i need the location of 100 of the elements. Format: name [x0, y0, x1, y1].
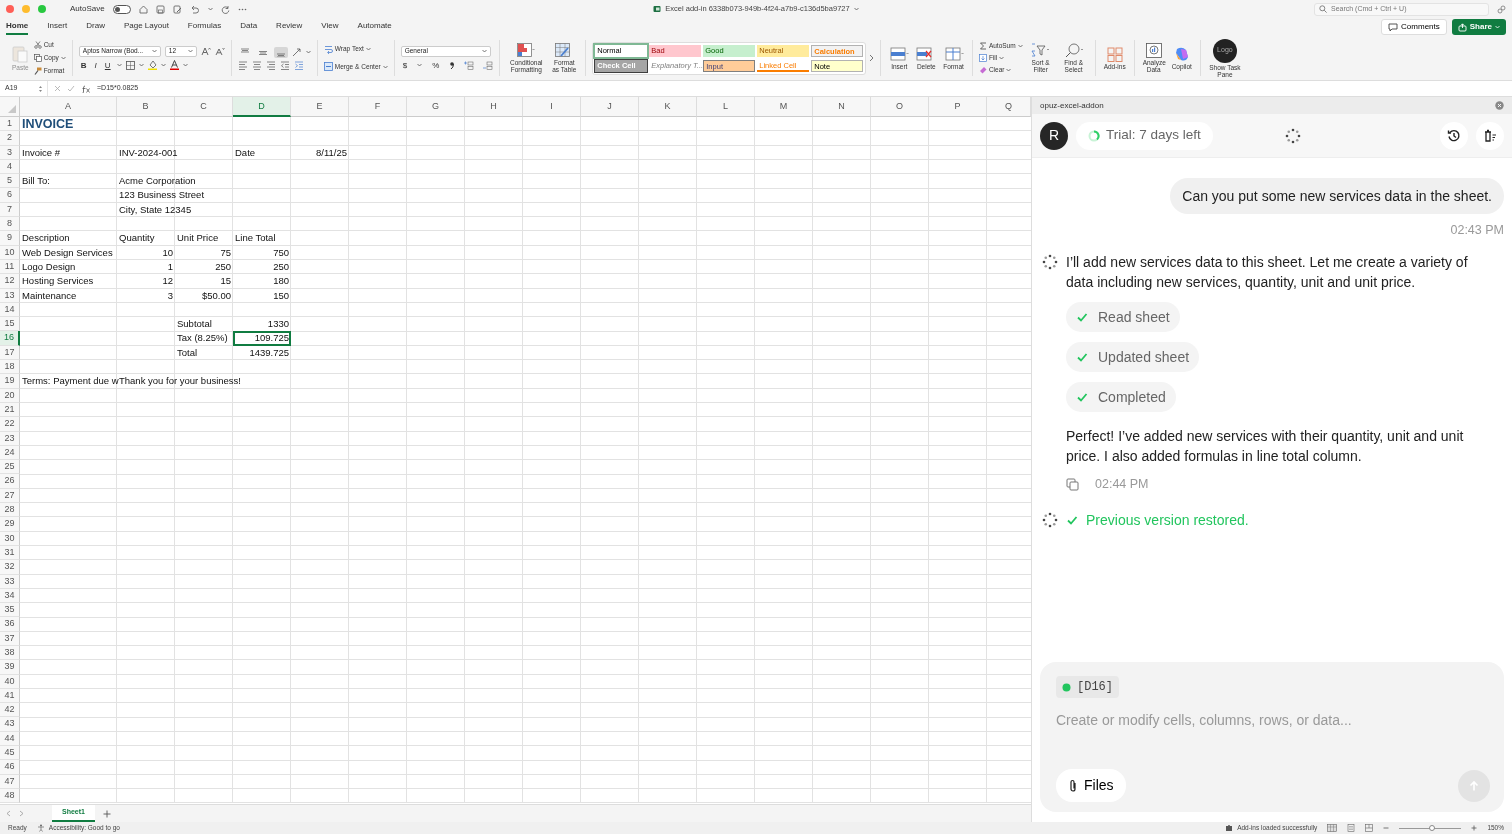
row-header[interactable]: 16 [0, 331, 20, 346]
fill-color-icon[interactable] [147, 60, 157, 70]
column-header[interactable]: G [407, 97, 465, 117]
table-cell[interactable]: 1439.725 [249, 346, 289, 358]
table-cell[interactable]: Hosting Services [22, 275, 94, 287]
column-header[interactable]: H [465, 97, 523, 117]
ribbon-tab[interactable]: Formulas [187, 19, 222, 35]
edit-document-icon[interactable] [172, 4, 182, 14]
column-header[interactable]: B [117, 97, 175, 117]
column-header[interactable]: C [175, 97, 233, 117]
ribbon-tab[interactable]: Automate [357, 19, 392, 35]
row-header[interactable]: 26 [0, 474, 20, 489]
normal-view-icon[interactable] [1327, 824, 1338, 832]
redo-icon[interactable] [220, 4, 230, 14]
row-header[interactable]: 8 [0, 217, 20, 232]
page-layout-icon[interactable] [1347, 824, 1356, 832]
copy-icon[interactable] [1066, 477, 1079, 491]
table-cell[interactable]: 1330 [267, 318, 289, 330]
row-header[interactable]: 2 [0, 131, 20, 146]
table-cell[interactable]: Quantity [119, 232, 155, 244]
history-button[interactable] [1440, 121, 1468, 150]
currency-button[interactable]: $ [400, 59, 410, 71]
column-header[interactable]: J [581, 97, 639, 117]
table-cell[interactable]: 1 [167, 260, 173, 272]
row-header[interactable]: 45 [0, 746, 20, 761]
zoom-out-icon[interactable] [1383, 825, 1390, 831]
ribbon-tab[interactable]: Data [240, 19, 258, 35]
row-header[interactable]: 43 [0, 717, 20, 732]
files-button[interactable]: Files [1056, 769, 1126, 802]
close-icon[interactable] [1495, 101, 1504, 110]
row-header[interactable]: 6 [0, 188, 20, 203]
row-header[interactable]: 46 [0, 760, 20, 775]
table-cell[interactable]: 10 [162, 246, 173, 258]
table-cell[interactable]: Total [177, 346, 198, 358]
column-header[interactable]: K [639, 97, 697, 117]
page-break-icon[interactable] [1365, 824, 1374, 832]
previous-sheet-icon[interactable] [6, 810, 11, 817]
table-cell[interactable]: 8/11/25 [316, 146, 347, 158]
underline-button[interactable]: U [102, 59, 113, 71]
table-cell[interactable]: 250 [215, 260, 231, 272]
table-cell[interactable]: 180 [273, 275, 289, 287]
decrease-indent-icon[interactable] [279, 60, 290, 70]
share-people-icon[interactable] [1497, 4, 1506, 14]
column-header[interactable]: I [523, 97, 581, 117]
table-cell[interactable]: Web Design Services [22, 246, 113, 258]
align-center-icon[interactable] [251, 60, 262, 70]
increase-decimal-icon[interactable] [463, 60, 475, 70]
ribbon-tab[interactable]: Review [276, 19, 303, 35]
home-icon[interactable] [138, 4, 148, 14]
table-cell[interactable]: Invoice # [22, 146, 61, 158]
trial-status[interactable]: Trial: 7 days left [1076, 121, 1213, 150]
table-cell[interactable]: Maintenance [22, 289, 77, 301]
row-header[interactable]: 18 [0, 360, 20, 375]
table-cell[interactable]: 75 [220, 246, 231, 258]
chevron-right-icon[interactable] [869, 54, 875, 62]
column-header[interactable]: E [291, 97, 349, 117]
table-cell[interactable]: 12 [162, 275, 173, 287]
table-cell[interactable]: 15 [220, 275, 231, 287]
decrease-font-icon[interactable] [214, 46, 225, 56]
column-header[interactable]: N [813, 97, 871, 117]
share-button[interactable]: Share [1451, 19, 1506, 35]
percent-button[interactable]: % [430, 59, 442, 71]
table-cell[interactable]: Thank you for your business! [119, 375, 241, 387]
row-header[interactable]: 29 [0, 517, 20, 532]
table-cell[interactable]: 250 [273, 260, 289, 272]
ribbon-tab[interactable]: Page Layout [123, 19, 169, 35]
decrease-decimal-icon[interactable] [482, 60, 494, 70]
row-header[interactable]: 9 [0, 231, 20, 246]
borders-icon[interactable] [125, 60, 135, 70]
column-header[interactable]: P [929, 97, 987, 117]
column-header[interactable]: A [20, 97, 117, 117]
table-cell[interactable]: Description [22, 232, 70, 244]
align-bottom-button[interactable] [273, 46, 288, 58]
row-header[interactable]: 35 [0, 603, 20, 618]
autosave-toggle[interactable] [112, 4, 131, 14]
table-cell[interactable]: $50.00 [201, 289, 231, 301]
table-cell[interactable]: Terms: Payment due w [22, 375, 119, 387]
cancel-icon[interactable] [54, 85, 61, 92]
row-header[interactable]: 1 [0, 117, 20, 132]
undo-icon[interactable] [189, 4, 200, 14]
selected-cell[interactable]: 109.725 [233, 331, 291, 346]
column-header[interactable]: F [349, 97, 407, 117]
stepper-icon[interactable] [38, 84, 43, 93]
table-cell[interactable]: Date [235, 146, 256, 158]
column-header[interactable]: D [233, 97, 291, 117]
table-cell[interactable]: 3 [167, 289, 173, 301]
increase-font-icon[interactable] [200, 46, 211, 56]
ribbon-tab[interactable]: Draw [86, 19, 105, 35]
message-input[interactable]: Create or modify cells, columns, rows, or data... [1056, 710, 1490, 731]
table-cell[interactable]: INV-2024-001 [119, 146, 178, 158]
row-header[interactable]: 39 [0, 660, 20, 675]
bold-button[interactable]: B [78, 59, 89, 71]
align-left-icon[interactable] [237, 60, 248, 70]
row-header[interactable]: 5 [0, 174, 20, 189]
ribbon-tab[interactable]: View [321, 19, 339, 35]
invoice-title[interactable]: INVOICE [22, 117, 74, 131]
zoom-in-icon[interactable] [1471, 825, 1478, 831]
table-cell[interactable]: 123 Business Street [119, 189, 205, 201]
ribbon-tab[interactable]: Insert [47, 19, 68, 35]
column-header[interactable]: O [871, 97, 929, 117]
